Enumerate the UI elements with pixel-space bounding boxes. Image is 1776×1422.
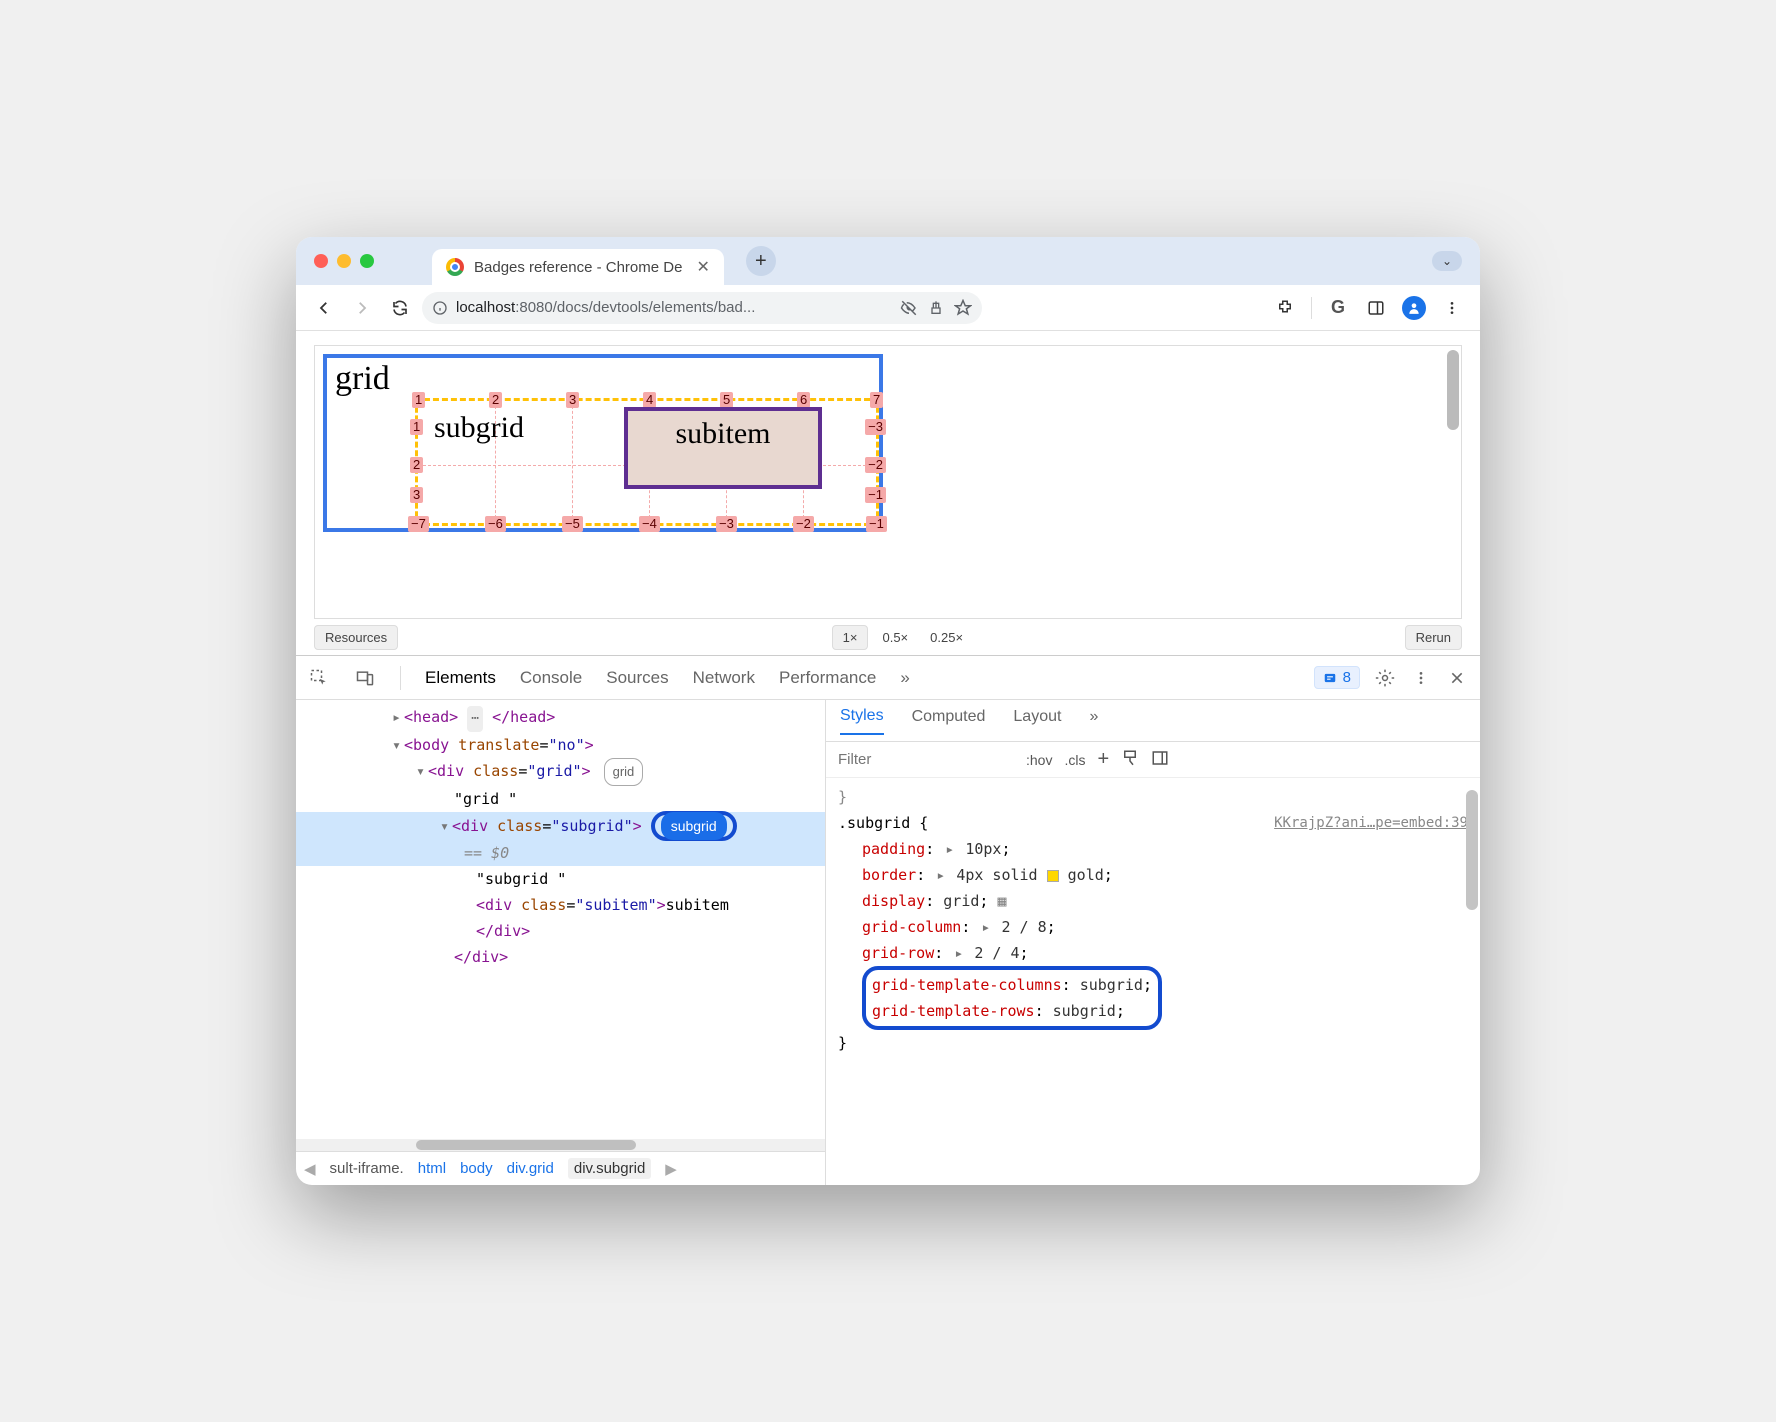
kebab-menu-button[interactable]	[1436, 292, 1468, 324]
browser-tab[interactable]: Badges reference - Chrome De ✕	[432, 249, 724, 285]
tabs-more-button[interactable]: »	[900, 668, 909, 688]
reload-button[interactable]	[384, 292, 416, 324]
subgrid-badge[interactable]: subgrid	[661, 812, 727, 840]
profile-button[interactable]	[1398, 292, 1430, 324]
crumb-subgrid[interactable]: div.subgrid	[568, 1158, 651, 1179]
close-devtools-button[interactable]	[1446, 667, 1468, 689]
star-icon[interactable]	[954, 299, 972, 317]
crumb-grid[interactable]: div.grid	[507, 1160, 554, 1177]
zoom-025x-button[interactable]: 0.25×	[922, 626, 971, 649]
inspect-icon[interactable]	[308, 667, 330, 689]
crumb-iframe[interactable]: sult-iframe.	[330, 1160, 404, 1177]
close-window-button[interactable]	[314, 254, 328, 268]
new-rule-icon[interactable]: +	[1097, 748, 1109, 771]
crumb-html[interactable]: html	[418, 1160, 446, 1177]
titlebar: Badges reference - Chrome De ✕ + ⌄	[296, 237, 1480, 285]
sidepanel-icon[interactable]	[1360, 292, 1392, 324]
scrollbar[interactable]	[1447, 350, 1459, 430]
device-icon[interactable]	[354, 667, 376, 689]
crumb-prev-icon[interactable]: ◀	[304, 1160, 316, 1178]
tab-title: Badges reference - Chrome De	[474, 259, 682, 276]
tab-elements[interactable]: Elements	[425, 668, 496, 688]
styles-body[interactable]: } .subgrid {KKrajpZ?ani…pe=embed:39 padd…	[826, 778, 1480, 1185]
resources-button[interactable]: Resources	[314, 625, 398, 650]
extensions-button[interactable]	[1269, 292, 1301, 324]
tab-layout[interactable]: Layout	[1013, 708, 1061, 734]
subitem-element[interactable]: subitem	[624, 407, 822, 489]
tab-sources[interactable]: Sources	[606, 668, 668, 688]
hov-toggle[interactable]: :hov	[1026, 752, 1052, 768]
subitem-label: subitem	[676, 417, 771, 451]
styles-toolbar: :hov .cls +	[826, 742, 1480, 778]
info-icon	[432, 300, 448, 316]
viewport: grid 1 2 3 4 5 6 7	[296, 331, 1480, 655]
dom-scrollbar[interactable]	[296, 1139, 825, 1151]
zoom-1x-button[interactable]: 1×	[832, 625, 869, 650]
highlighted-subgrid-props: grid-template-columns: subgrid; grid-tem…	[862, 966, 1162, 1030]
selected-dom-node[interactable]: ▾<div class="subgrid"> subgrid	[296, 812, 825, 840]
zoom-05x-button[interactable]: 0.5×	[874, 626, 916, 649]
grid-editor-icon[interactable]: ▦	[997, 892, 1006, 910]
tab-console[interactable]: Console	[520, 668, 582, 688]
kebab-menu-icon[interactable]	[1410, 667, 1432, 689]
cls-toggle[interactable]: .cls	[1064, 752, 1085, 768]
issues-badge[interactable]: 8	[1314, 666, 1360, 689]
page-area: grid 1 2 3 4 5 6 7	[314, 345, 1462, 619]
tab-network[interactable]: Network	[693, 668, 755, 688]
styles-filter-input[interactable]	[834, 747, 1014, 772]
grid-badge[interactable]: grid	[604, 758, 644, 786]
devtools-tabs: Elements Console Sources Network Perform…	[296, 656, 1480, 700]
rule-source-link[interactable]: KKrajpZ?ani…pe=embed:39	[1274, 810, 1468, 836]
devtools: Elements Console Sources Network Perform…	[296, 655, 1480, 1185]
breadcrumbs: ◀ sult-iframe. html body div.grid div.su…	[296, 1151, 825, 1185]
share-icon[interactable]	[928, 300, 944, 316]
elements-panel: ▸<head> ⋯ </head> ▾<body translate="no">…	[296, 700, 826, 1185]
grid-element[interactable]: grid 1 2 3 4 5 6 7	[323, 354, 883, 532]
crumb-next-icon[interactable]: ▶	[665, 1160, 677, 1178]
tab-computed[interactable]: Computed	[912, 708, 986, 734]
google-icon[interactable]: G	[1322, 292, 1354, 324]
styles-panel: Styles Computed Layout » :hov .cls + } .…	[826, 700, 1480, 1185]
styles-scrollbar[interactable]	[1466, 782, 1478, 992]
url-text: localhost:8080/docs/devtools/elements/ba…	[456, 299, 755, 316]
maximize-window-button[interactable]	[360, 254, 374, 268]
chevron-down-icon[interactable]: ⌄	[1432, 251, 1462, 271]
settings-icon[interactable]	[1374, 667, 1396, 689]
styles-tabs: Styles Computed Layout »	[826, 700, 1480, 742]
toolbar: localhost:8080/docs/devtools/elements/ba…	[296, 285, 1480, 331]
subgrid-element[interactable]: 1 2 3 4 5 6 7 1 2 3 −3 −2 −1 −7	[415, 398, 879, 526]
back-button[interactable]	[308, 292, 340, 324]
dom-tree[interactable]: ▸<head> ⋯ </head> ▾<body translate="no">…	[296, 700, 825, 1139]
traffic-lights	[314, 254, 374, 268]
url-bar[interactable]: localhost:8080/docs/devtools/elements/ba…	[422, 292, 982, 324]
chrome-icon	[446, 258, 464, 276]
computed-panel-icon[interactable]	[1151, 749, 1169, 770]
subgrid-label: subgrid	[434, 411, 524, 445]
browser-window: Badges reference - Chrome De ✕ + ⌄ local…	[296, 237, 1480, 1185]
forward-button[interactable]	[346, 292, 378, 324]
new-tab-button[interactable]: +	[746, 246, 776, 276]
close-tab-button[interactable]: ✕	[696, 257, 709, 277]
tab-performance[interactable]: Performance	[779, 668, 876, 688]
minimize-window-button[interactable]	[337, 254, 351, 268]
color-swatch-gold[interactable]	[1047, 870, 1059, 882]
viewport-footer: Resources 1× 0.5× 0.25× Rerun	[314, 619, 1462, 655]
paint-icon[interactable]	[1121, 749, 1139, 770]
crumb-body[interactable]: body	[460, 1160, 493, 1177]
rerun-button[interactable]: Rerun	[1405, 625, 1462, 650]
eye-off-icon[interactable]	[900, 299, 918, 317]
styles-tabs-more[interactable]: »	[1089, 708, 1098, 734]
tab-styles[interactable]: Styles	[840, 707, 884, 735]
